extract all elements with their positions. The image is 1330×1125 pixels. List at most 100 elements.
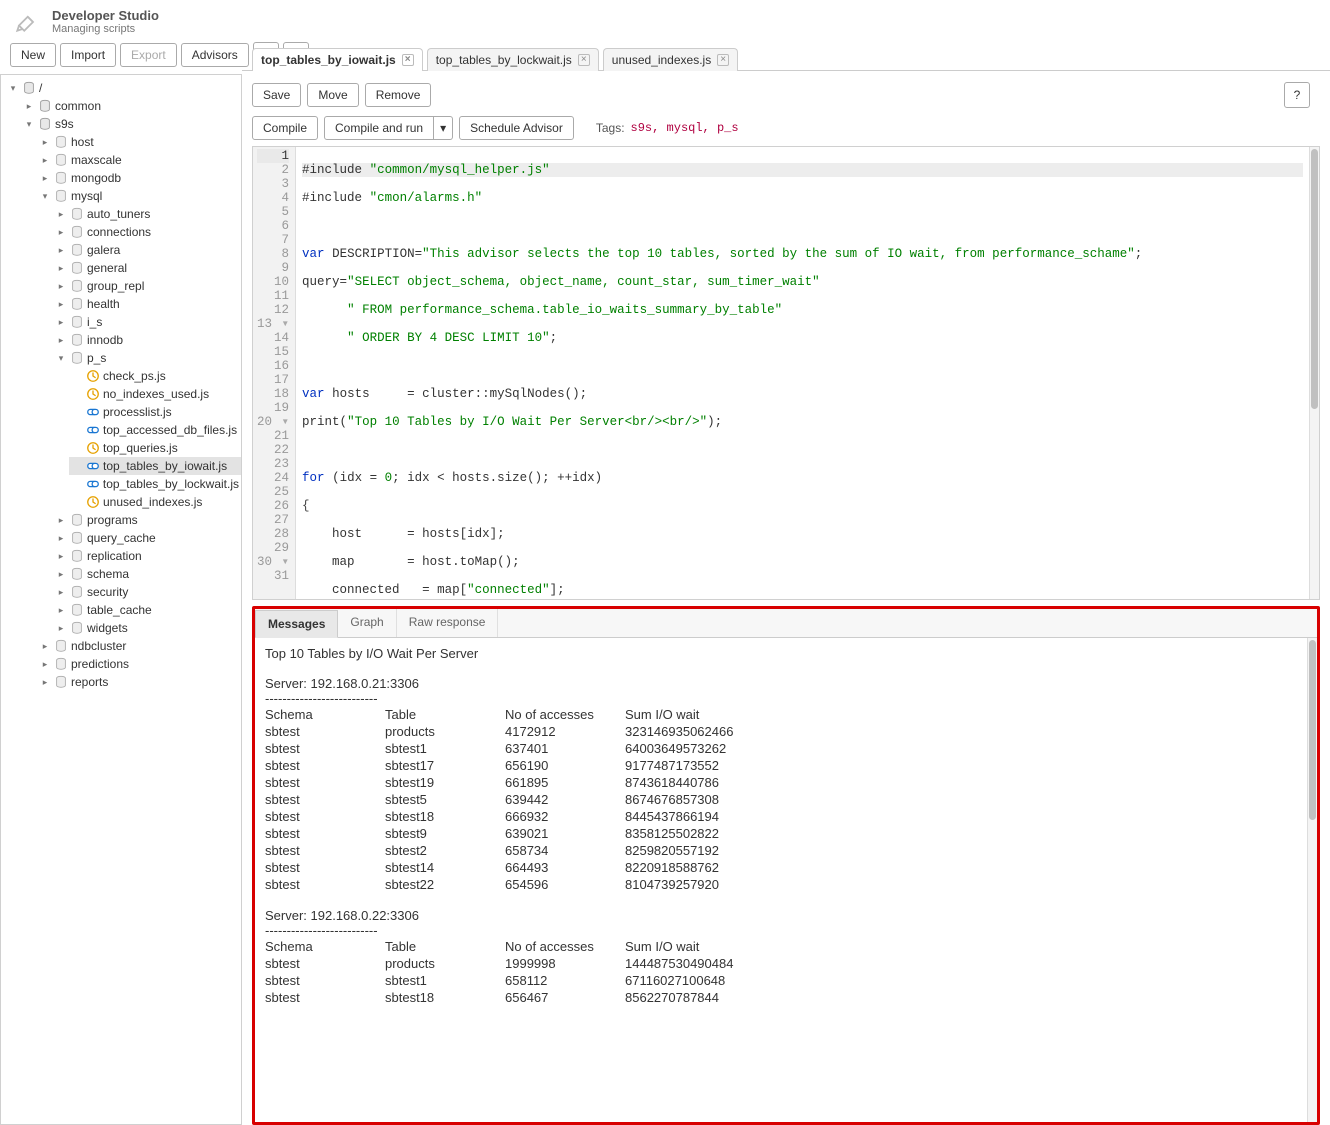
expand-icon[interactable]: ▸ (55, 334, 67, 346)
tree-root[interactable]: ▾ / (5, 79, 241, 97)
save-button[interactable]: Save (252, 83, 301, 107)
expand-icon[interactable]: ▸ (55, 586, 67, 598)
tree-folder-host[interactable]: ▸host (37, 133, 241, 151)
tree-file-no-indexes-used[interactable]: no_indexes_used.js (69, 385, 241, 403)
tree-folder-security[interactable]: ▸security (53, 583, 241, 601)
collapse-icon[interactable]: ▾ (7, 82, 19, 94)
compile-run-dropdown[interactable]: ▾ (434, 116, 453, 140)
editor-scrollbar[interactable] (1309, 147, 1319, 599)
output-panel: Messages Graph Raw response Top 10 Table… (252, 606, 1320, 1125)
compile-run-button[interactable]: Compile and run (324, 116, 434, 140)
tree-folder-reports[interactable]: ▸reports (37, 673, 241, 691)
tree-folder-mongodb[interactable]: ▸mongodb (37, 169, 241, 187)
tree-folder-schema[interactable]: ▸schema (53, 565, 241, 583)
expand-icon[interactable]: ▸ (55, 532, 67, 544)
editor-tab-lockwait[interactable]: top_tables_by_lockwait.js × (427, 48, 599, 71)
tree-folder-predictions[interactable]: ▸predictions (37, 655, 241, 673)
tree-folder-general[interactable]: ▸general (53, 259, 241, 277)
tree-folder-programs[interactable]: ▸programs (53, 511, 241, 529)
app-logo (10, 6, 42, 38)
tree-folder-maxscale[interactable]: ▸maxscale (37, 151, 241, 169)
editor-tab-iowait[interactable]: top_tables_by_iowait.js × (252, 48, 423, 71)
script-scheduled-icon (86, 387, 100, 401)
expand-icon[interactable]: ▸ (55, 244, 67, 256)
expand-icon[interactable]: ▸ (55, 208, 67, 220)
close-icon[interactable]: × (578, 54, 590, 66)
editor-help-button[interactable]: ? (1284, 82, 1310, 108)
script-tree[interactable]: ▾ / ▸common ▾s9s ▸host ▸maxscale ▸mongod… (0, 74, 242, 1125)
output-scrollbar[interactable] (1307, 638, 1317, 1122)
script-scheduled-icon (86, 495, 100, 509)
tree-folder-replication[interactable]: ▸replication (53, 547, 241, 565)
expand-icon[interactable]: ▸ (39, 658, 51, 670)
expand-icon[interactable]: ▸ (55, 298, 67, 310)
tree-file-top-tables-lockwait[interactable]: top_tables_by_lockwait.js (69, 475, 241, 493)
script-icon (86, 423, 100, 437)
new-button[interactable]: New (10, 43, 56, 67)
tree-folder-connections[interactable]: ▸connections (53, 223, 241, 241)
expand-icon[interactable]: ▸ (55, 550, 67, 562)
collapse-icon[interactable]: ▾ (39, 190, 51, 202)
tree-folder-widgets[interactable]: ▸widgets (53, 619, 241, 637)
tree-folder-table-cache[interactable]: ▸table_cache (53, 601, 241, 619)
database-icon (54, 657, 68, 671)
output-tab-raw[interactable]: Raw response (397, 609, 499, 637)
tree-file-top-tables-iowait[interactable]: top_tables_by_iowait.js (69, 457, 241, 475)
tree-folder-mysql[interactable]: ▾mysql (37, 187, 241, 205)
collapse-icon[interactable]: ▾ (23, 118, 35, 130)
schedule-advisor-button[interactable]: Schedule Advisor (459, 116, 574, 140)
code-editor[interactable]: 12345678910111213 ▾14151617181920 ▾21222… (252, 146, 1320, 600)
tree-folder-ndbcluster[interactable]: ▸ndbcluster (37, 637, 241, 655)
tree-folder-s9s[interactable]: ▾s9s (21, 115, 241, 133)
tree-folder-i-s[interactable]: ▸i_s (53, 313, 241, 331)
tree-file-check-ps[interactable]: check_ps.js (69, 367, 241, 385)
import-button[interactable]: Import (60, 43, 116, 67)
database-icon (38, 99, 52, 113)
expand-icon[interactable]: ▸ (55, 316, 67, 328)
expand-icon[interactable]: ▸ (39, 172, 51, 184)
tree-folder-group-repl[interactable]: ▸group_repl (53, 277, 241, 295)
tree-file-top-accessed[interactable]: top_accessed_db_files.js (69, 421, 241, 439)
tree-file-processlist[interactable]: processlist.js (69, 403, 241, 421)
tree-folder-health[interactable]: ▸health (53, 295, 241, 313)
tree-file-top-queries[interactable]: top_queries.js (69, 439, 241, 457)
app-title: Developer Studio (52, 8, 159, 24)
tree-folder-galera[interactable]: ▸galera (53, 241, 241, 259)
tree-folder-auto-tuners[interactable]: ▸auto_tuners (53, 205, 241, 223)
expand-icon[interactable]: ▸ (39, 136, 51, 148)
expand-icon[interactable]: ▸ (55, 226, 67, 238)
tree-file-unused-indexes[interactable]: unused_indexes.js (69, 493, 241, 511)
table-row: sbtestproducts4172912323146935062466 (265, 723, 757, 740)
collapse-icon[interactable]: ▾ (55, 352, 67, 364)
output-title: Top 10 Tables by I/O Wait Per Server (265, 646, 1297, 661)
table-row: sbtestproducts1999998144487530490484 (265, 955, 757, 972)
advisors-button[interactable]: Advisors (181, 43, 249, 67)
expand-icon[interactable]: ▸ (39, 640, 51, 652)
output-tab-graph[interactable]: Graph (338, 609, 396, 637)
tree-folder-p-s[interactable]: ▾p_s (53, 349, 241, 367)
expand-icon[interactable]: ▸ (39, 154, 51, 166)
export-button[interactable]: Export (120, 43, 177, 67)
database-icon (70, 279, 84, 293)
move-button[interactable]: Move (307, 83, 358, 107)
expand-icon[interactable]: ▸ (55, 514, 67, 526)
app-subtitle: Managing scripts (52, 23, 159, 36)
close-icon[interactable]: × (717, 54, 729, 66)
expand-icon[interactable]: ▸ (39, 676, 51, 688)
output-body[interactable]: Top 10 Tables by I/O Wait Per Server Ser… (255, 638, 1307, 1122)
expand-icon[interactable]: ▸ (55, 604, 67, 616)
tree-folder-innodb[interactable]: ▸innodb (53, 331, 241, 349)
database-icon (70, 351, 84, 365)
editor-tab-unused[interactable]: unused_indexes.js × (603, 48, 738, 71)
close-icon[interactable]: × (402, 54, 414, 66)
tree-folder-common[interactable]: ▸common (21, 97, 241, 115)
expand-icon[interactable]: ▸ (23, 100, 35, 112)
remove-button[interactable]: Remove (365, 83, 432, 107)
expand-icon[interactable]: ▸ (55, 622, 67, 634)
output-tab-messages[interactable]: Messages (255, 610, 338, 638)
compile-button[interactable]: Compile (252, 116, 318, 140)
expand-icon[interactable]: ▸ (55, 280, 67, 292)
expand-icon[interactable]: ▸ (55, 568, 67, 580)
tree-folder-query-cache[interactable]: ▸query_cache (53, 529, 241, 547)
expand-icon[interactable]: ▸ (55, 262, 67, 274)
